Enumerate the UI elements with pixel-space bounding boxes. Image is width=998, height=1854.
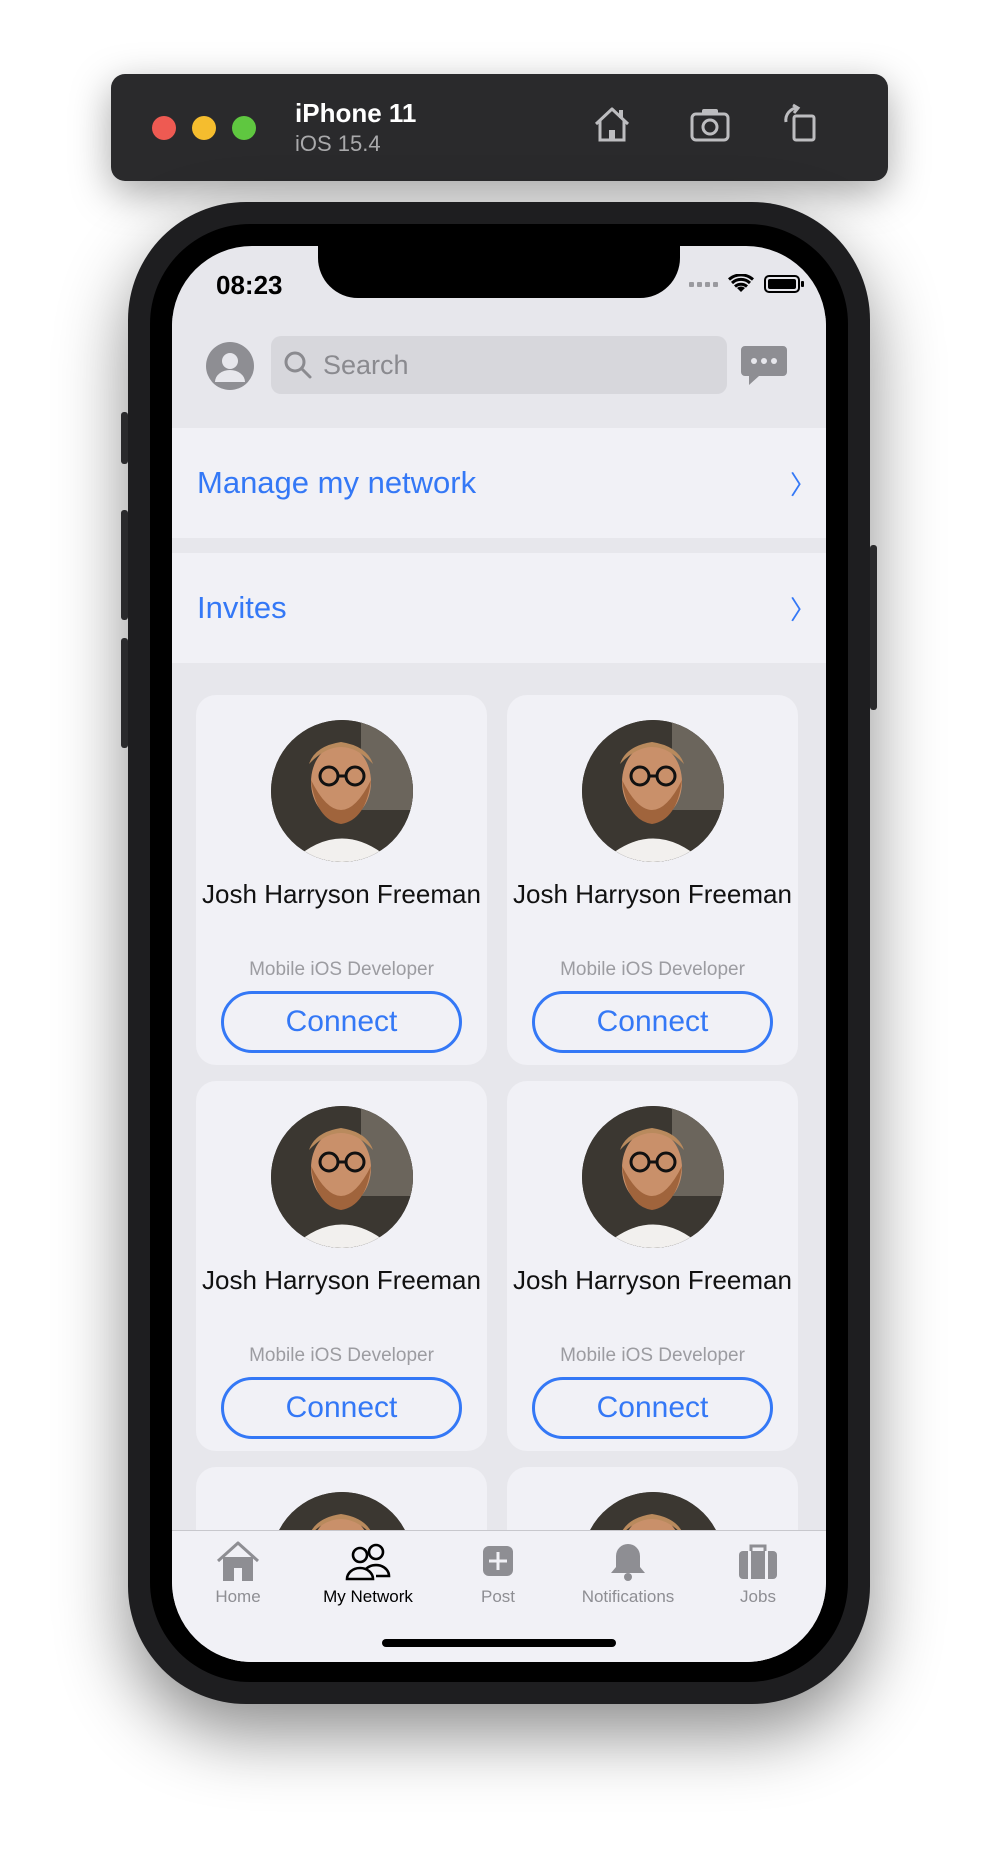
search-input[interactable] — [321, 348, 705, 382]
home-icon[interactable] — [588, 100, 636, 148]
tab-label: Home — [215, 1587, 261, 1606]
rotate-icon[interactable] — [776, 100, 824, 148]
people-icon — [345, 1543, 391, 1581]
connect-button[interactable]: Connect — [532, 1377, 773, 1439]
volume-up-button — [121, 510, 128, 620]
signal-icon — [689, 281, 718, 287]
person-role: Mobile iOS Developer — [249, 1345, 434, 1366]
person-card[interactable]: Josh Harryson Freeman Mobile iOS Develop… — [196, 1081, 487, 1451]
battery-icon — [764, 275, 804, 293]
plus-square-icon — [483, 1546, 513, 1576]
profile-avatar-icon[interactable] — [206, 342, 254, 390]
status-icons — [689, 274, 804, 294]
connect-button[interactable]: Connect — [221, 1377, 462, 1439]
person-name: Josh Harryson Freeman — [513, 879, 792, 909]
screenshot-icon[interactable] — [686, 100, 734, 148]
home-icon — [216, 1541, 260, 1581]
connect-button[interactable]: Connect — [532, 991, 773, 1053]
tab-my-network[interactable]: My Network — [303, 1539, 433, 1607]
chevron-right-icon: 〉 — [789, 469, 816, 500]
chevron-right-icon: 〉 — [789, 594, 816, 625]
tab-label: My Network — [323, 1587, 413, 1606]
home-indicator — [382, 1639, 616, 1647]
briefcase-icon — [739, 1544, 777, 1579]
status-time: 08:23 — [216, 270, 283, 300]
invites-label: Invites — [197, 590, 287, 625]
invites-row[interactable]: Invites 〉 — [172, 553, 826, 663]
person-card[interactable]: Josh Harryson Freeman Mobile iOS Develop… — [507, 695, 798, 1065]
person-name: Josh Harryson Freeman — [202, 879, 481, 909]
person-name: Josh Harryson Freeman — [513, 1265, 792, 1295]
person-role: Mobile iOS Developer — [560, 1345, 745, 1366]
mute-switch — [121, 412, 128, 464]
tab-notifications[interactable]: Notifications — [563, 1539, 693, 1607]
volume-down-button — [121, 638, 128, 748]
phone-screen: 08:23 Manage my network 〉 Invites 〉 Josh… — [172, 246, 826, 1662]
bell-icon — [611, 1544, 645, 1581]
tab-jobs[interactable]: Jobs — [693, 1539, 823, 1607]
minimize-window-button[interactable] — [192, 116, 216, 140]
connect-button[interactable]: Connect — [221, 991, 462, 1053]
profile-photo — [582, 720, 724, 862]
wifi-icon — [728, 274, 754, 292]
person-role: Mobile iOS Developer — [249, 959, 434, 980]
manage-network-row[interactable]: Manage my network 〉 — [172, 428, 826, 538]
person-card[interactable]: Josh Harryson Freeman Mobile iOS Develop… — [507, 1081, 798, 1451]
person-role: Mobile iOS Developer — [560, 959, 745, 980]
messages-icon[interactable] — [739, 340, 789, 390]
zoom-window-button[interactable] — [232, 116, 256, 140]
side-button — [870, 545, 877, 710]
tab-post[interactable]: Post — [433, 1539, 563, 1607]
tab-label: Jobs — [740, 1587, 776, 1606]
simulator-device-name: iPhone 11 — [295, 98, 417, 128]
tab-home[interactable]: Home — [173, 1539, 303, 1607]
search-icon — [284, 351, 312, 379]
person-card[interactable]: Josh Harryson Freeman Mobile iOS Develop… — [196, 695, 487, 1065]
close-window-button[interactable] — [152, 116, 176, 140]
tab-label: Post — [480, 1587, 516, 1606]
simulator-os-version: iOS 15.4 — [295, 131, 381, 156]
profile-photo — [582, 1106, 724, 1248]
profile-photo — [271, 1106, 413, 1248]
search-bar[interactable] — [271, 336, 727, 394]
simulator-title-bar — [111, 74, 888, 181]
notch — [318, 246, 680, 298]
manage-network-label: Manage my network — [197, 465, 477, 500]
person-name: Josh Harryson Freeman — [202, 1265, 481, 1295]
profile-photo — [271, 720, 413, 862]
tab-label: Notifications — [581, 1587, 675, 1606]
